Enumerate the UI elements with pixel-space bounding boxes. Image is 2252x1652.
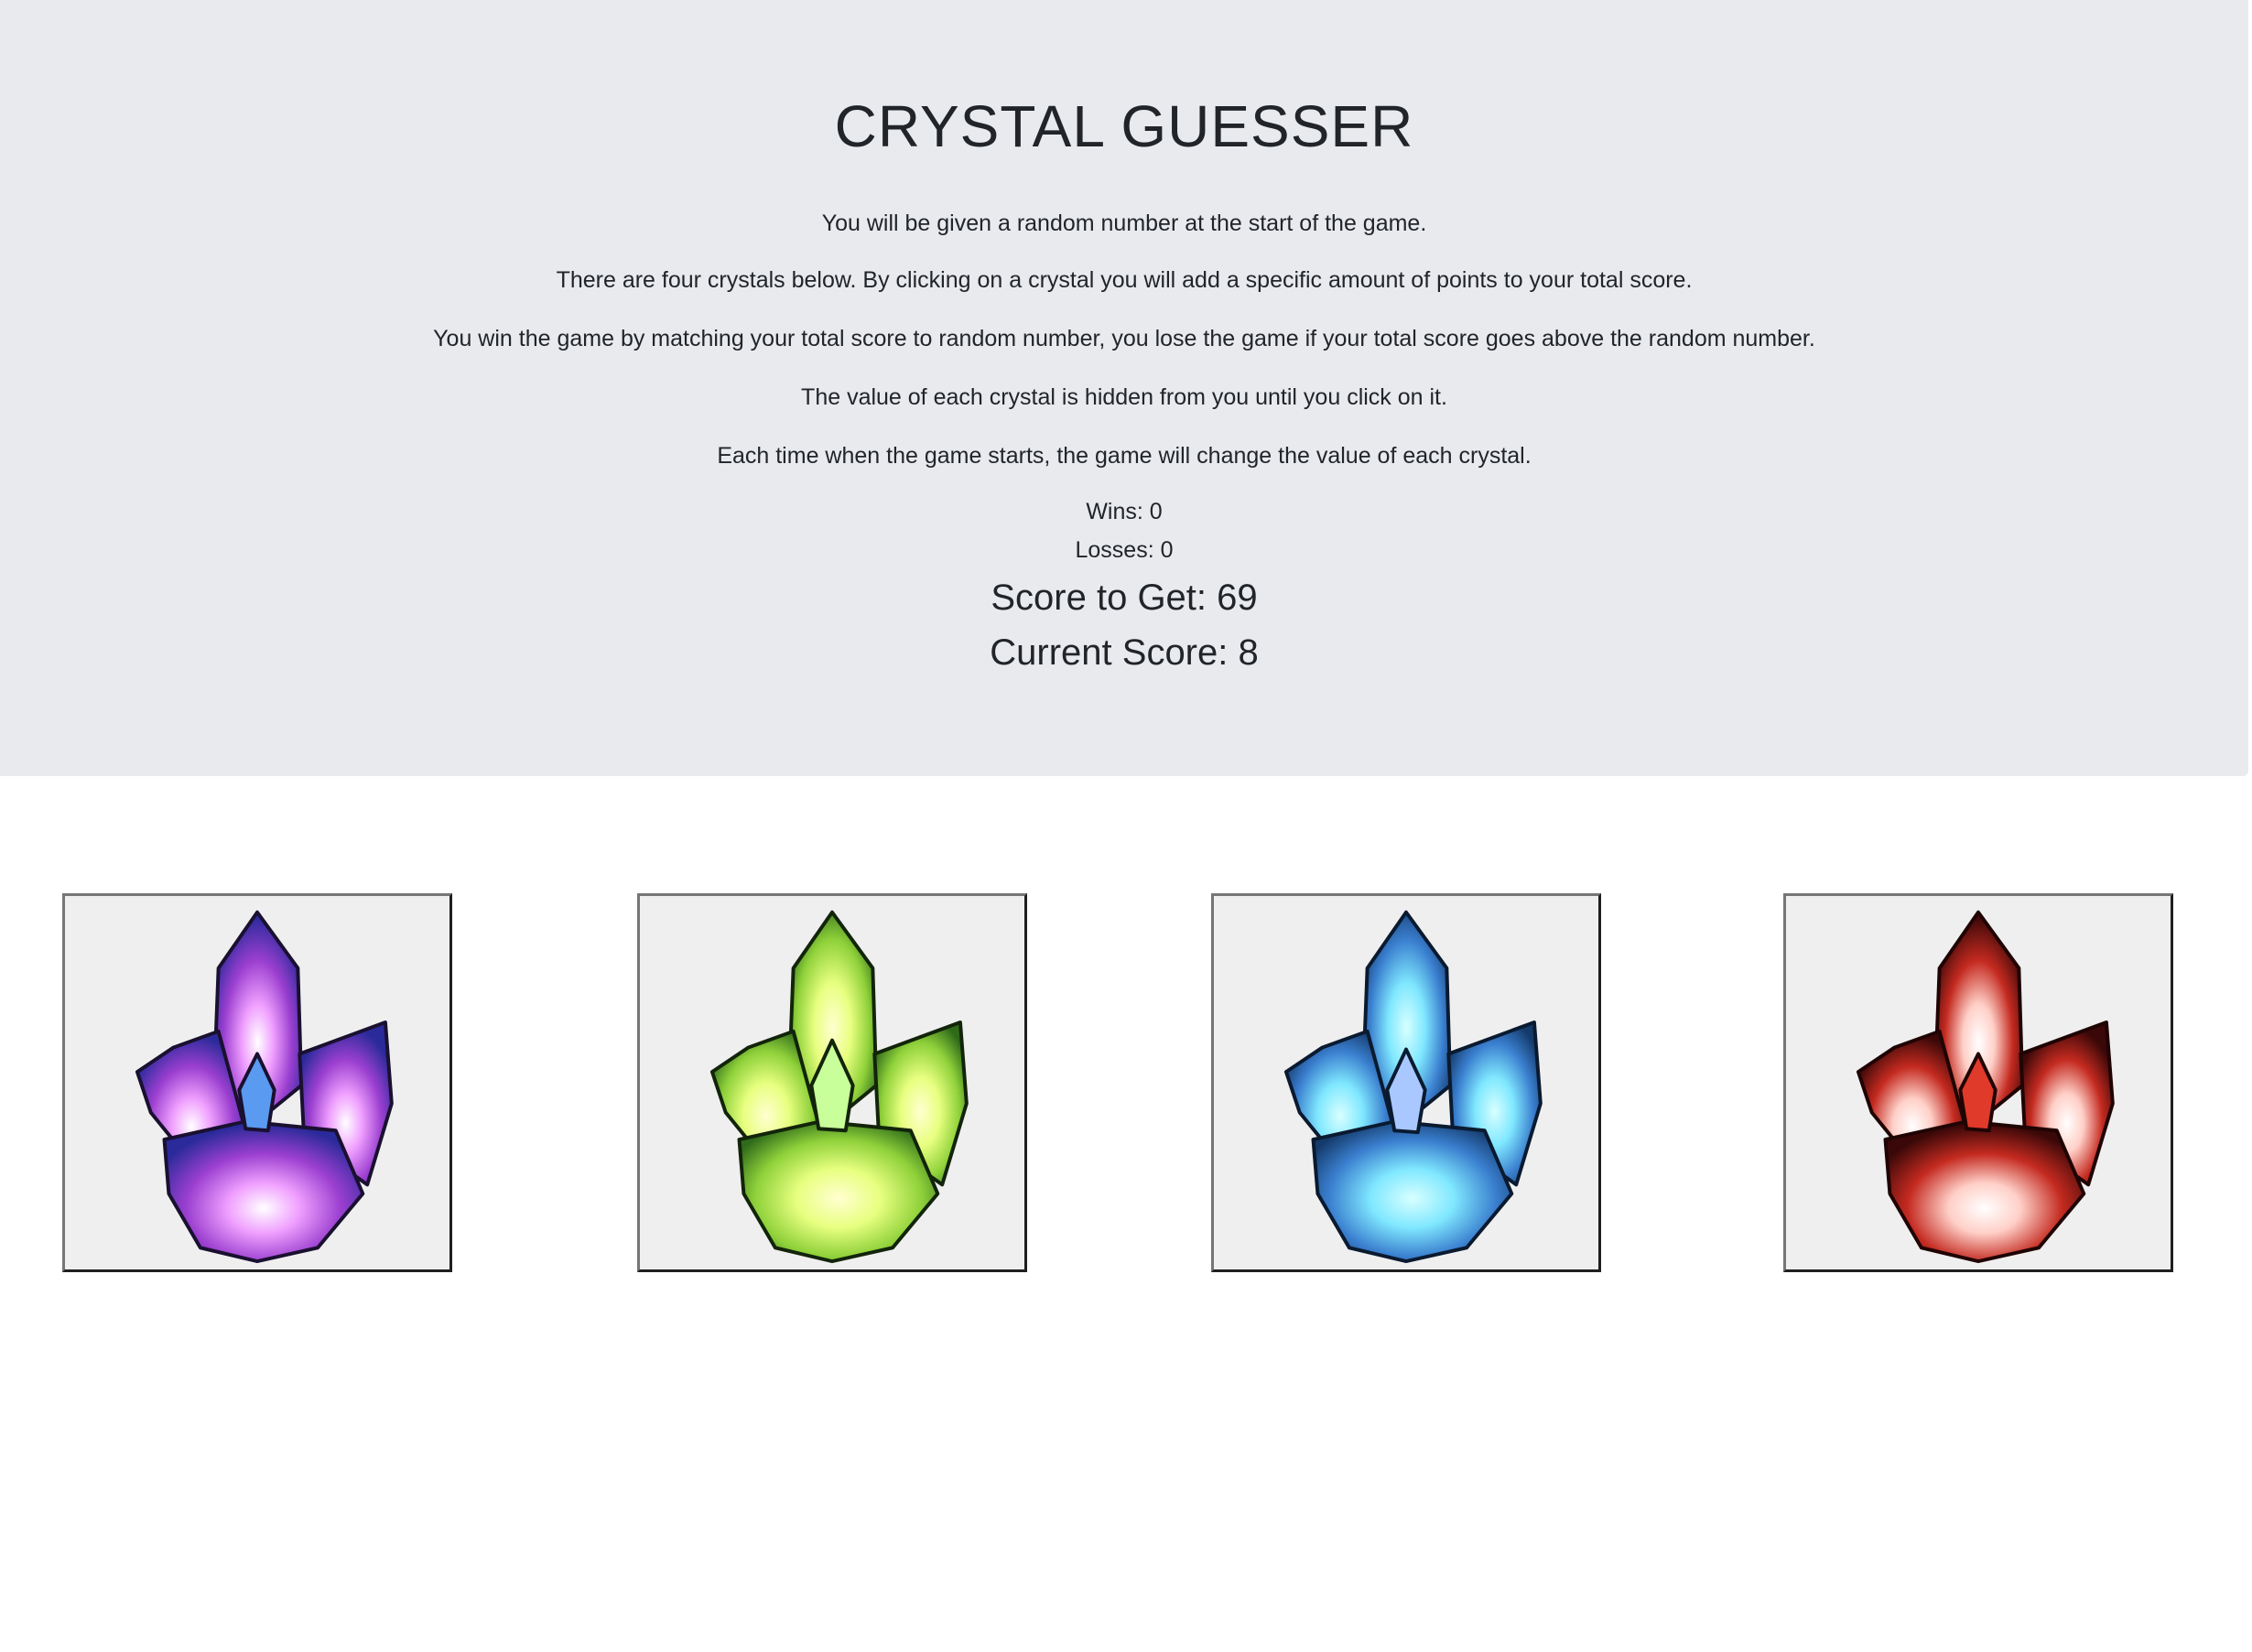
instruction-2: There are four crystals below. By clicki…: [556, 267, 1693, 293]
score-to-get: Score to Get: 69: [991, 578, 1258, 618]
losses-counter: Losses: 0: [1075, 537, 1174, 563]
green-crystal-button[interactable]: [637, 893, 1027, 1272]
purple-crystal-icon: [135, 910, 394, 1264]
current-score: Current Score: 8: [990, 632, 1259, 673]
wins-counter: Wins: 0: [1086, 499, 1163, 524]
instruction-1: You will be given a random number at the…: [821, 211, 1427, 236]
header-panel: CRYSTAL GUESSER You will be given a rand…: [0, 0, 2248, 776]
red-crystal-button[interactable]: [1783, 893, 2173, 1272]
green-crystal-icon: [709, 910, 969, 1264]
purple-crystal-button[interactable]: [62, 893, 452, 1272]
blue-crystal-icon: [1283, 910, 1543, 1264]
red-crystal-icon: [1856, 910, 2115, 1264]
instruction-3: You win the game by matching your total …: [433, 326, 1815, 351]
instruction-4: The value of each crystal is hidden from…: [801, 384, 1447, 410]
page-title: CRYSTAL GUESSER: [834, 93, 1414, 159]
instruction-5: Each time when the game starts, the game…: [717, 443, 1532, 469]
blue-crystal-button[interactable]: [1211, 893, 1601, 1272]
